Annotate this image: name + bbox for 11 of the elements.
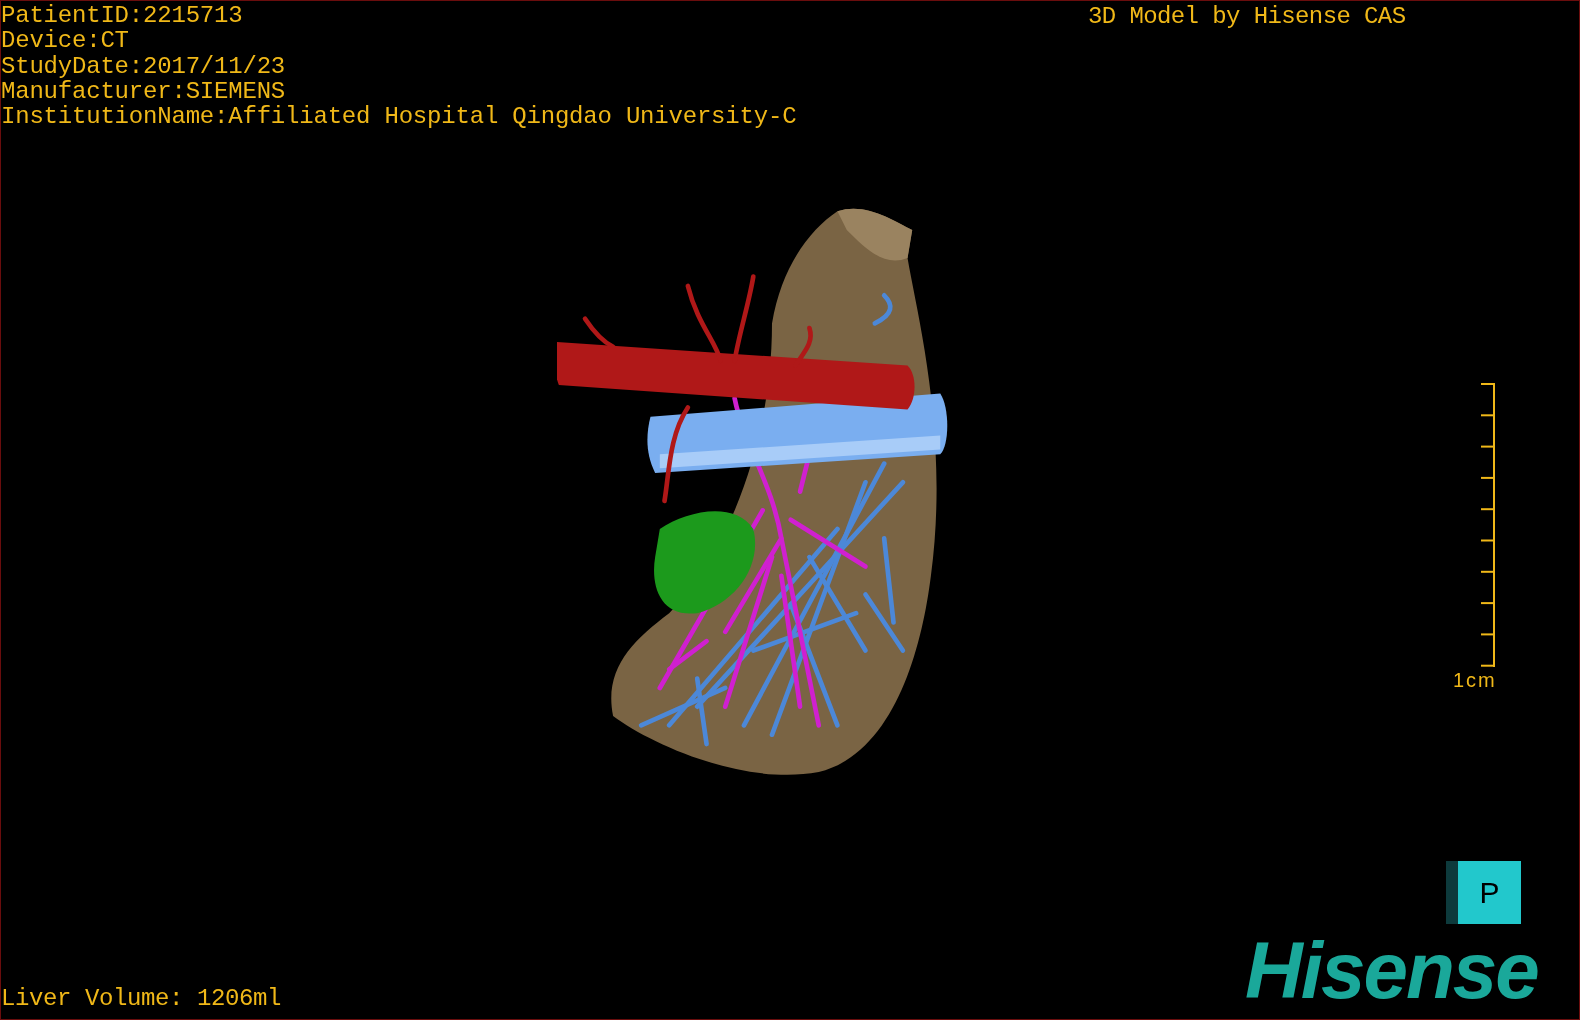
- orientation-cube[interactable]: P: [1446, 861, 1521, 924]
- patient-info-line: Manufacturer:SIEMENS: [1, 78, 287, 105]
- brand-logo: Hisense: [1245, 931, 1538, 1011]
- patient-info-line: InstitutionName:Affiliated Hospital Qingdao University-C: [1, 104, 797, 130]
- scale-label: 1cm: [1453, 669, 1497, 692]
- patient-info-line: StudyDate:2017/11/23: [1, 53, 287, 79]
- patient-info-line: Device:CT: [1, 28, 130, 54]
- cube-face-label: P: [1458, 861, 1521, 924]
- liver-volume: Liver Volume: 1206ml: [1, 985, 282, 1012]
- patient-info-line: PatientID:2215713: [1, 3, 244, 29]
- model-credit: 3D Model by Hisense CAS: [1088, 3, 1406, 30]
